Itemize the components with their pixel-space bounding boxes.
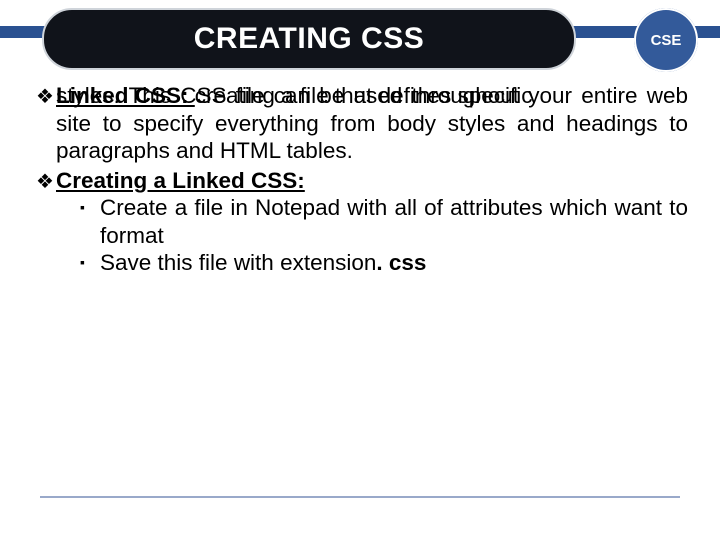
content-area: ❖Linked CSS: creating a file that define… [36,82,688,277]
sub-bullet-1: ▪ Create a file in Notepad with all of a… [80,194,688,249]
footer-divider [40,496,680,498]
bullet-linked-css: ❖Linked CSS: creating a file that define… [36,82,688,165]
diamond-icon: ❖ [36,85,56,109]
slide: CSE CREATING CSS ❖Linked CSS: creating a… [0,0,720,540]
sub-bullet-list: ▪ Create a file in Notepad with all of a… [36,194,688,276]
badge-text: CSE [651,32,682,49]
sub2-part-a: Save this file with extension [100,250,376,275]
slide-title: CREATING CSS [194,22,424,56]
sub2-text: Save this file with extension. css [100,249,688,276]
sub-bullet-2: ▪ Save this file with extension. css [80,249,688,276]
square-icon: ▪ [80,249,100,276]
course-badge: CSE [634,8,698,72]
sub1-text: Create a file in Notepad with all of att… [100,194,688,249]
bullet2-lead: Creating a Linked CSS: [56,168,305,193]
bullet1-body: styles. This CSS file can be used throug… [36,82,688,164]
square-icon: ▪ [80,194,100,249]
title-box: CREATING CSS [42,8,576,70]
diamond-icon: ❖ [36,170,56,194]
sub2-part-b: . css [376,250,426,275]
bullet-creating-linked-css: ❖Creating a Linked CSS: [36,167,688,194]
